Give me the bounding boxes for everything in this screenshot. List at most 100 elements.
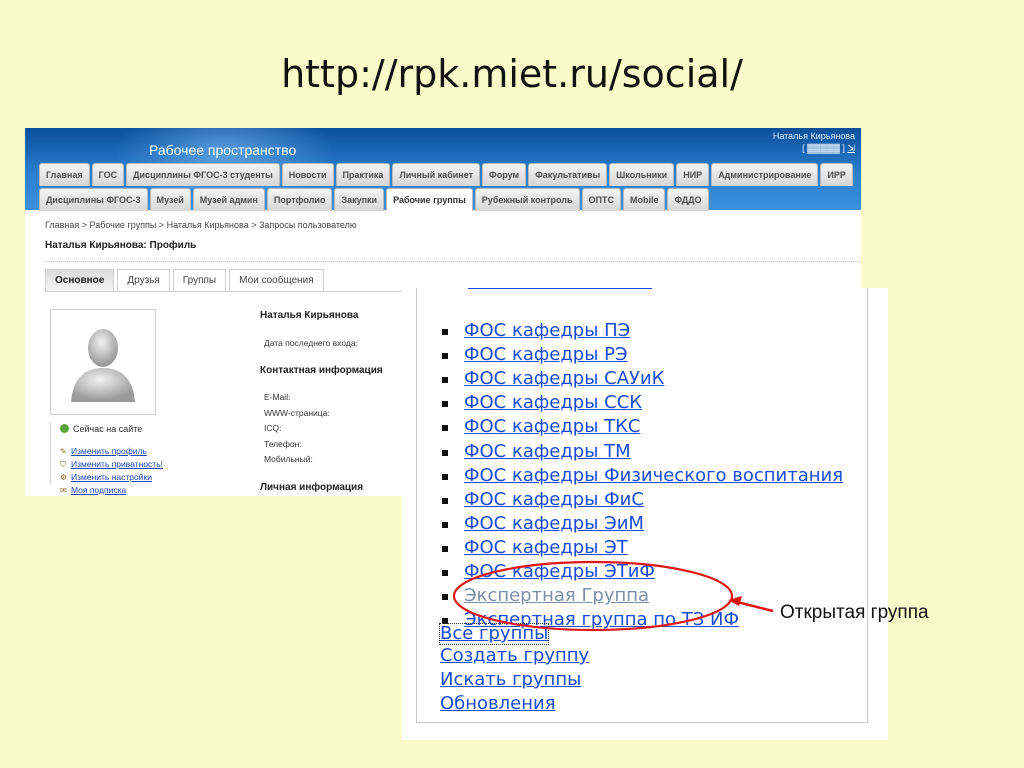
group-link[interactable]: ФОС кафедры ЭТиФ	[464, 560, 655, 584]
profile-link-row: ✉ Моя подписка	[60, 484, 163, 496]
nav-tab[interactable]: Администрирование	[711, 163, 819, 186]
nav-tab[interactable]: ФДДО	[667, 188, 709, 211]
nav-tab[interactable]: Главная	[39, 163, 90, 186]
portal-name: Рабочее пространство	[149, 142, 297, 158]
group-link[interactable]: ФОС кафедры РЭ	[464, 343, 628, 367]
cut-off-item	[468, 288, 652, 289]
group-action-row: Все группы	[438, 623, 589, 645]
online-status: Сейчас на сайте	[60, 424, 142, 434]
nav-tab[interactable]: НИР	[676, 163, 710, 186]
profile-link[interactable]: Изменить профиль	[71, 446, 147, 456]
bullet-icon	[442, 377, 448, 384]
profile-link[interactable]: Изменить настройки	[71, 472, 152, 482]
nav-tab[interactable]: ГОС	[91, 163, 125, 186]
nav-tab[interactable]: ОПТС	[581, 188, 621, 211]
personal-heading: Личная информация	[260, 482, 364, 493]
nav-tab[interactable]: Практика	[335, 163, 391, 186]
online-icon	[60, 424, 69, 433]
avatar	[50, 309, 156, 415]
group-link[interactable]: ФОС кафедры ЭиМ	[464, 512, 644, 536]
nav-tab[interactable]: ИРР	[820, 163, 853, 186]
nav-tab[interactable]: Личный кабинет	[392, 163, 481, 186]
nav-tab[interactable]: Закупки	[334, 188, 385, 211]
divider	[45, 261, 860, 262]
info-name: Наталья Кирьянова	[260, 310, 359, 321]
sidebar-line	[50, 423, 51, 483]
nav-tab[interactable]: Рабочие группы	[386, 188, 473, 211]
bullet-icon	[442, 329, 448, 335]
bullet-icon	[442, 425, 448, 432]
user-silhouette-icon	[71, 329, 135, 402]
logout-icon[interactable]: ⇲	[847, 143, 855, 153]
profile-link[interactable]: Изменить приватность!	[71, 459, 163, 469]
contact-heading: Контактная информация	[260, 365, 383, 376]
contact-label: ICQ:	[264, 423, 282, 433]
group-link[interactable]: ФОС кафедры ССК	[464, 391, 642, 415]
group-link[interactable]: ФОС кафедры Физического воспитания	[464, 464, 843, 488]
group-link[interactable]: ФОС кафедры ТМ	[464, 440, 631, 464]
group-action-link[interactable]: Искать группы	[440, 669, 581, 690]
profile-tab[interactable]: Группы	[172, 269, 227, 291]
nav-tab[interactable]: Дисциплины ФГОС-3	[39, 188, 148, 211]
contact-label: E-Mail:	[264, 392, 291, 402]
group-action-link[interactable]: Обновления	[440, 693, 556, 714]
contact-label: Мобильный:	[264, 454, 313, 464]
portal-header: Рабочее пространство Наталья Кирьянова […	[25, 128, 861, 211]
nav-tab[interactable]: Факультативы	[528, 163, 608, 186]
profile-links: ✎ Изменить профиль ⛉ Изменить приватность! ⚙…	[60, 445, 163, 496]
profile-title: Наталья Кирьянова: Профиль	[45, 240, 197, 251]
bullet-icon	[442, 594, 448, 601]
profile-tabs: Основное Друзья Группы Мои сообщения	[45, 269, 327, 291]
nav-tab[interactable]: Форум	[482, 163, 527, 186]
nav-tab[interactable]: Музей админ	[192, 188, 265, 211]
nav-tab[interactable]: Рубежный контроль	[474, 188, 580, 211]
bullet-icon	[442, 521, 448, 528]
bullet-icon	[442, 449, 448, 456]
bullet-icon	[442, 497, 448, 504]
group-link[interactable]: ФОС кафедры ЭТ	[464, 536, 628, 560]
nav-tab[interactable]: Дисциплины ФГОС-3 студенты	[126, 163, 280, 186]
bullet-icon	[442, 545, 448, 552]
contact-label: Телефон:	[264, 438, 302, 449]
user-name: Наталья Кирьянова	[772, 131, 855, 141]
group-link[interactable]: ФОС кафедры ТКС	[464, 415, 640, 439]
nav-tab[interactable]: Портфолио	[266, 188, 333, 211]
nav-tab[interactable]: Новости	[281, 163, 334, 186]
profile-link-row: ⛉ Изменить приватность!	[60, 458, 163, 471]
profile-tab[interactable]: Основное	[45, 269, 115, 291]
group-action-row: Искать группы	[440, 668, 589, 692]
breadcrumb[interactable]: Главная > Рабочие группы > Наталья Кирья…	[45, 220, 357, 230]
nav-tab[interactable]: Школьники	[609, 163, 675, 186]
nav-tab[interactable]: Mobile	[622, 188, 666, 211]
shield-icon: ⛉	[60, 460, 66, 469]
gear-icon: ⚙	[60, 473, 68, 482]
profile-tab[interactable]: Мои сообщения	[229, 269, 324, 291]
contact-label: WWW-страница:	[264, 407, 330, 418]
profile-tab[interactable]: Друзья	[117, 269, 170, 291]
edit-icon: ✎	[60, 447, 67, 456]
group-link[interactable]: ФОС кафедры ПЭ	[464, 319, 630, 343]
group-actions: Все группы Создать группу Искать группы Обн…	[438, 623, 589, 716]
group-action-link[interactable]: Все группы	[438, 623, 550, 645]
callout-label: Открытая группа	[780, 602, 929, 623]
last-login-label: Дата последнего входа:	[264, 338, 358, 348]
profile-link[interactable]: Моя подписка	[71, 485, 126, 495]
user-login[interactable]: [ ▓▓▓▓▓ ]	[802, 143, 845, 153]
slide-title: http://rpk.miet.ru/social/	[281, 52, 743, 96]
group-action-row: Обновления	[440, 692, 589, 716]
group-link[interactable]: Экспертная Группа	[464, 584, 649, 608]
group-link[interactable]: ФОС кафедры САУиК	[464, 367, 664, 391]
bullet-icon	[442, 401, 448, 408]
groups-screenshot: ФОС кафедры ПЭ ФОС кафедры РЭ ФОС кафедры …	[402, 288, 888, 740]
nav-tab[interactable]: Музей	[149, 188, 191, 211]
group-link[interactable]: ФОС кафедры ФиС	[464, 488, 644, 512]
group-action-link[interactable]: Создать группу	[440, 645, 589, 666]
group-action-row: Создать группу	[440, 644, 589, 668]
bullet-icon	[442, 570, 448, 576]
mail-icon: ✉	[60, 486, 67, 495]
bullet-icon	[442, 353, 448, 360]
profile-link-row: ⚙ Изменить настройки	[60, 471, 163, 484]
bullet-icon	[442, 473, 448, 480]
user-box: Наталья Кирьянова [ ▓▓▓▓▓ ] ⇲	[773, 130, 855, 154]
main-nav-row-1: Главная ГОС Дисциплины ФГОС-3 студенты Ново…	[39, 163, 855, 186]
